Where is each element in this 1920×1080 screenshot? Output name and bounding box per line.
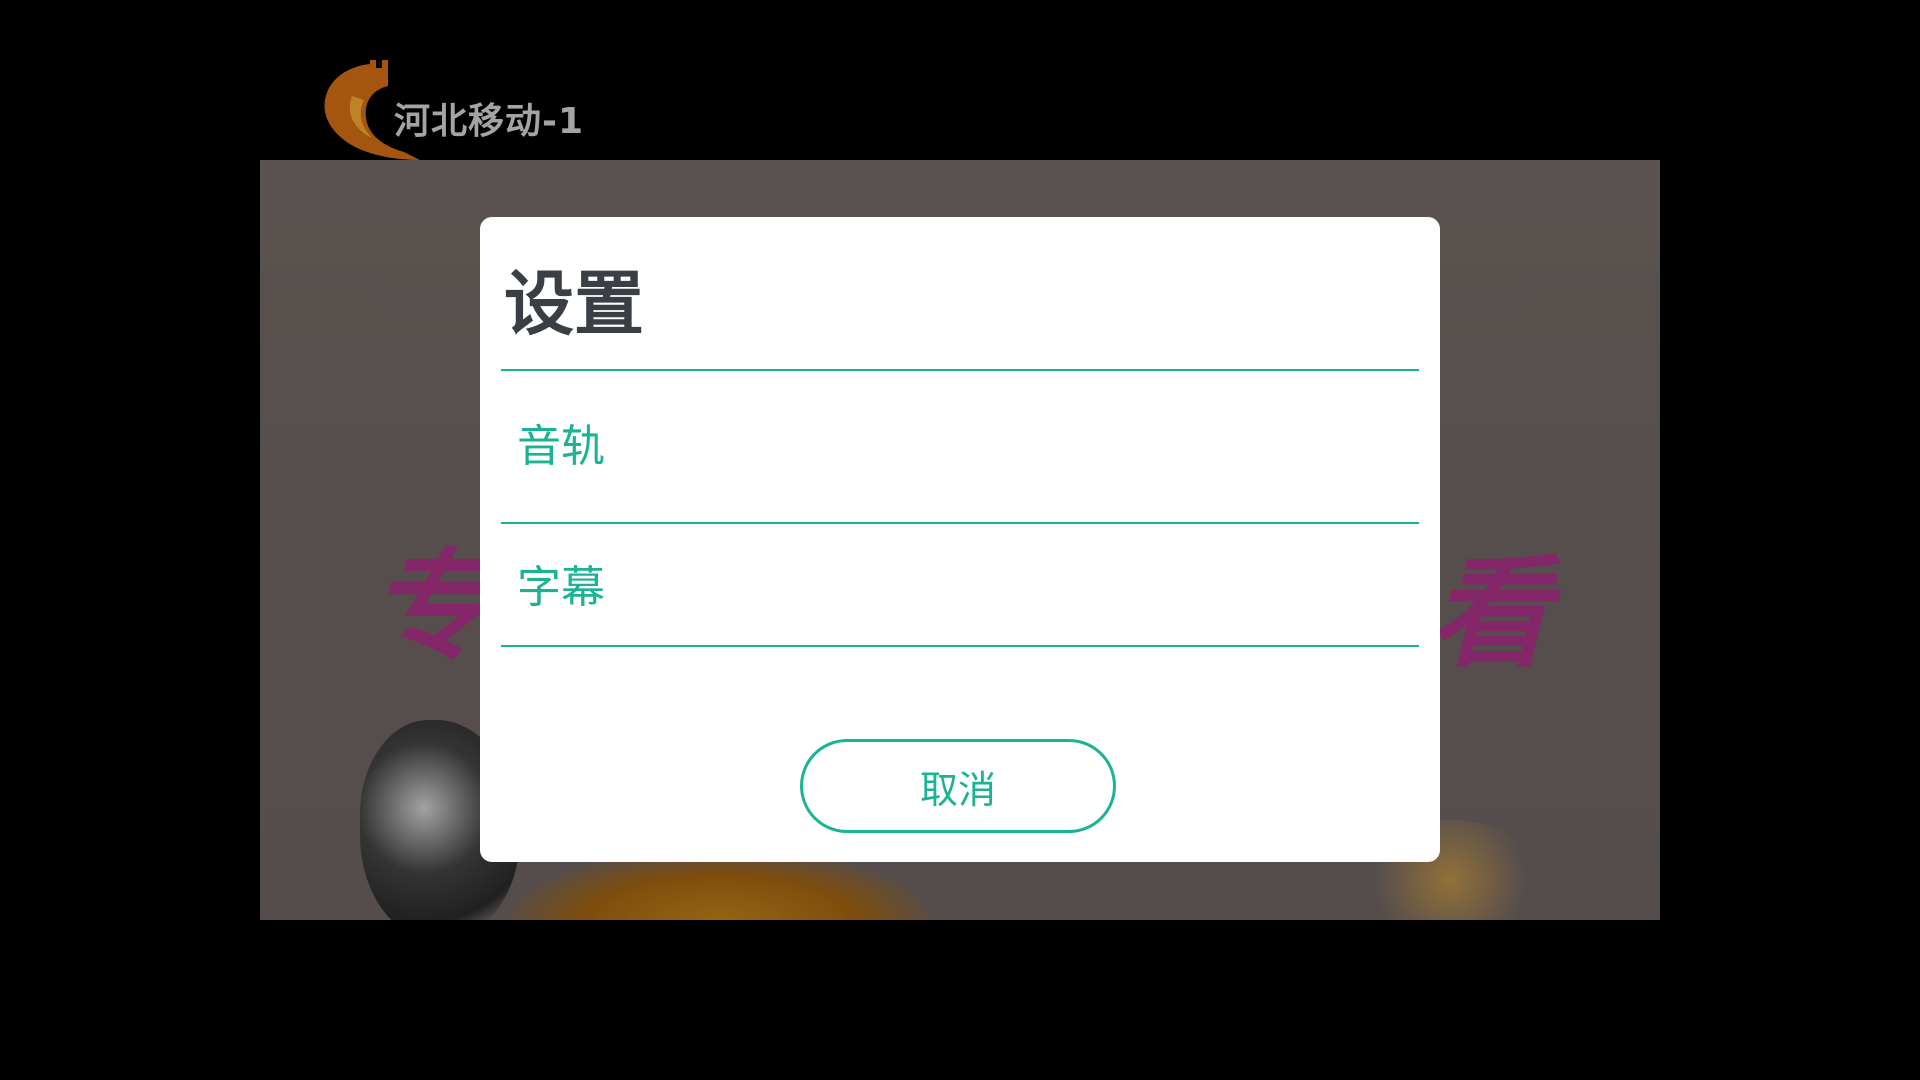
- promo-text-right: 看: [1430, 545, 1550, 684]
- promo-text-left: 专: [370, 538, 490, 677]
- menu-item-label: 音轨: [517, 421, 605, 472]
- item-divider: [501, 645, 1419, 647]
- menu-item-audio-track[interactable]: 音轨: [501, 372, 1419, 522]
- channel-name: 河北移动-1: [394, 101, 584, 142]
- tv-screen: 专 看 河北移动-1 设置 音轨 字幕 取消: [0, 0, 1920, 1080]
- title-divider: [501, 369, 1419, 371]
- menu-item-label: 字幕: [517, 562, 605, 613]
- cancel-button[interactable]: 取消: [800, 739, 1116, 833]
- dialog-title: 设置: [504, 263, 644, 345]
- settings-dialog: 设置 音轨 字幕 取消: [480, 217, 1440, 862]
- menu-item-subtitles[interactable]: 字幕: [501, 524, 1419, 645]
